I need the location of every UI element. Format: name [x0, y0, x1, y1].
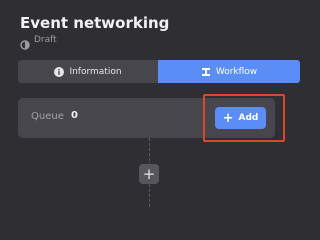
- tab-information[interactable]: Information: [18, 60, 158, 83]
- workflow-icon: [201, 67, 211, 77]
- tab-workflow-label: Workflow: [215, 66, 258, 77]
- status-indicator: Draft: [20, 35, 57, 50]
- tab-information-label: Information: [69, 66, 122, 77]
- add-step-plus-icon: +: [142, 164, 156, 183]
- draft-icon: [20, 35, 30, 50]
- view-tabs: Information Workflow: [18, 60, 300, 83]
- page-title: Event networking: [20, 14, 170, 32]
- add-button[interactable]: + Add: [215, 107, 266, 129]
- plus-icon: +: [222, 110, 234, 126]
- queue-label: Queue: [31, 111, 64, 122]
- status-text: Draft: [34, 35, 57, 45]
- tab-workflow[interactable]: Workflow: [158, 60, 300, 83]
- add-step-button[interactable]: +: [139, 164, 159, 184]
- queue-count: 0: [71, 110, 78, 121]
- info-icon: [54, 66, 65, 77]
- workflow-page: Event networking Draft Information Workf…: [0, 0, 300, 207]
- add-button-label: Add: [238, 113, 259, 123]
